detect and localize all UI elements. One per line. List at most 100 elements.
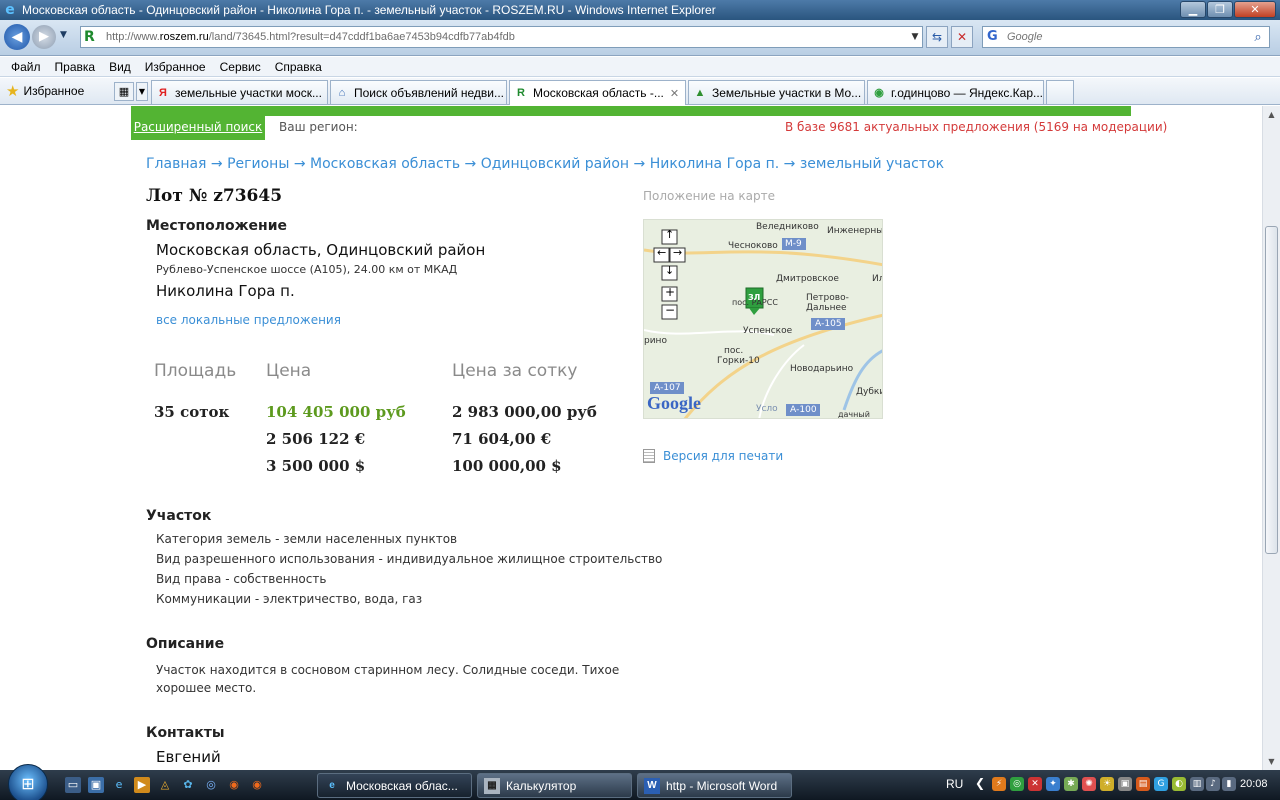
- location-heading: Местоположение: [146, 218, 288, 234]
- close-button[interactable]: ✕: [1234, 1, 1276, 18]
- show-desktop-icon[interactable]: ▭: [65, 777, 81, 793]
- location-region: Московская область, Одинцовский район: [156, 241, 486, 259]
- map-place: Успенское: [743, 326, 793, 336]
- clock[interactable]: 20:08: [1240, 778, 1268, 790]
- google-logo[interactable]: Google: [647, 393, 701, 414]
- map-zoom-in-icon[interactable]: +: [665, 285, 675, 299]
- menu-tools[interactable]: Сервис: [220, 60, 261, 74]
- menu-help[interactable]: Справка: [275, 60, 322, 74]
- map-place: Дмитровское: [776, 274, 839, 284]
- location-map[interactable]: ↑ ← → ↓ + − Веледниково Инженерный Чесно…: [643, 219, 883, 419]
- breadcrumb[interactable]: Главная → Регионы → Московская область →…: [146, 156, 944, 172]
- window-title-bar: e Московская область - Одинцовский район…: [0, 0, 1280, 20]
- volume-icon[interactable]: ♪: [1206, 777, 1220, 791]
- tray-app-icon[interactable]: ◎: [1010, 777, 1024, 791]
- map-terms-link[interactable]: Усло: [756, 404, 778, 414]
- map-pan-left-icon[interactable]: ←: [657, 246, 666, 259]
- google-icon: G: [987, 29, 998, 44]
- plot-heading: Участок: [146, 508, 212, 524]
- power-icon[interactable]: ▮: [1222, 777, 1236, 791]
- stop-button[interactable]: ✕: [951, 26, 973, 48]
- tab-land-plots[interactable]: ▲ Земельные участки в Мо...: [688, 80, 865, 104]
- favorites-button[interactable]: ★ Избранное: [6, 82, 84, 100]
- tray-app-icon[interactable]: G: [1154, 777, 1168, 791]
- price-rub: 104 405 000 руб: [266, 403, 406, 421]
- star-icon: ★: [6, 83, 20, 100]
- map-place: Ил: [872, 274, 882, 284]
- map-pan-up-icon[interactable]: ↑: [665, 228, 674, 241]
- vertical-scrollbar[interactable]: ▲ ▼: [1262, 106, 1280, 770]
- firefox-icon[interactable]: ◉: [249, 777, 265, 793]
- print-icon: [643, 449, 655, 463]
- tab-realty-search[interactable]: ⌂ Поиск объявлений недви...: [330, 80, 507, 104]
- search-icon[interactable]: ⌕: [1247, 30, 1269, 45]
- map-road-label: А-100: [790, 405, 817, 415]
- tray-app-icon[interactable]: ◐: [1172, 777, 1186, 791]
- menu-favorites[interactable]: Избранное: [145, 60, 206, 74]
- history-dropdown-icon[interactable]: ▼: [60, 30, 67, 40]
- map-zoom-out-icon[interactable]: −: [665, 303, 675, 317]
- tray-app-icon[interactable]: ▤: [1136, 777, 1150, 791]
- contacts-heading: Контакты: [146, 725, 225, 741]
- ie-icon[interactable]: e: [111, 777, 127, 793]
- plot-ownership: Вид права - собственность: [156, 572, 327, 586]
- roszem-icon: R: [517, 87, 525, 99]
- tab-yandex-maps[interactable]: ◉ г.одинцово — Яндекс.Кар...: [867, 80, 1044, 104]
- map-place: Горки-10: [717, 356, 760, 366]
- window-switch-icon[interactable]: ▣: [88, 777, 104, 793]
- url-text[interactable]: http://www.roszem.ru/land/73645.html?res…: [106, 31, 908, 43]
- address-dropdown-icon[interactable]: ▼: [908, 32, 922, 42]
- search-box[interactable]: G ⌕: [982, 26, 1270, 48]
- tray-app-icon[interactable]: ☀: [1100, 777, 1114, 791]
- address-bar[interactable]: R http://www.roszem.ru/land/73645.html?r…: [80, 26, 923, 48]
- aimp-icon[interactable]: ◬: [157, 777, 173, 793]
- map-pan-down-icon[interactable]: ↓: [665, 264, 674, 277]
- tab-roszem-active[interactable]: R Московская область -... ✕: [509, 80, 686, 105]
- tray-app-icon[interactable]: ✺: [1082, 777, 1096, 791]
- language-indicator[interactable]: RU: [946, 777, 963, 791]
- menu-file[interactable]: Файл: [11, 60, 41, 74]
- opera-icon[interactable]: ◎: [203, 777, 219, 793]
- icq-icon[interactable]: ✿: [180, 777, 196, 793]
- quick-tabs-button[interactable]: ▦: [114, 82, 134, 101]
- tray-app-icon[interactable]: ▣: [1118, 777, 1132, 791]
- price-eur: 2 506 122 €: [266, 430, 366, 448]
- roszem-icon: R: [84, 29, 95, 45]
- tray-app-icon[interactable]: ✦: [1046, 777, 1060, 791]
- new-tab-button[interactable]: [1046, 80, 1074, 104]
- tray-app-icon[interactable]: ✱: [1064, 777, 1078, 791]
- tray-expand-icon[interactable]: ❮: [975, 776, 985, 790]
- map-marker[interactable]: ЗЛ: [748, 293, 760, 302]
- scroll-up-icon[interactable]: ▲: [1263, 106, 1280, 123]
- refresh-button[interactable]: ⇆: [926, 26, 948, 48]
- scroll-down-icon[interactable]: ▼: [1263, 753, 1280, 770]
- tab-list-dropdown[interactable]: ▼: [136, 82, 148, 101]
- taskbar-word[interactable]: W http - Microsoft Word: [637, 773, 792, 798]
- advanced-search-button[interactable]: Расширенный поиск: [131, 114, 265, 140]
- tray-app-icon[interactable]: ⚡: [992, 777, 1006, 791]
- taskbar-calculator[interactable]: ▦ Калькулятор: [477, 773, 632, 798]
- map-place: Петрово-Дальнее: [806, 293, 849, 313]
- forward-button[interactable]: ▶: [32, 25, 56, 49]
- tray-app-icon[interactable]: ✕: [1028, 777, 1042, 791]
- back-button[interactable]: ◀: [4, 24, 30, 50]
- menu-view[interactable]: Вид: [109, 60, 131, 74]
- tab-yandex-search[interactable]: Я земельные участки моск...: [151, 80, 328, 104]
- map-pan-right-icon[interactable]: →: [673, 246, 682, 259]
- taskbar-ie-window[interactable]: e Московская облас...: [317, 773, 472, 798]
- menu-edit[interactable]: Правка: [55, 60, 96, 74]
- tab-close-icon[interactable]: ✕: [670, 87, 679, 100]
- local-offers-link[interactable]: все локальные предложения: [156, 313, 341, 327]
- maximize-button[interactable]: ❐: [1207, 1, 1233, 18]
- scroll-thumb[interactable]: [1265, 226, 1278, 554]
- address-toolbar: ◀ ▶ ▼ R http://www.roszem.ru/land/73645.…: [0, 20, 1280, 56]
- start-button[interactable]: ⊞: [8, 764, 48, 800]
- search-input[interactable]: [1007, 31, 1247, 43]
- minimize-button[interactable]: ▁: [1180, 1, 1206, 18]
- print-version-link[interactable]: Версия для печати: [643, 449, 783, 463]
- price-per-sotka-header: Цена за сотку: [452, 361, 578, 381]
- media-player-icon[interactable]: ▶: [134, 777, 150, 793]
- network-icon[interactable]: ▥: [1190, 777, 1204, 791]
- firefox-icon[interactable]: ◉: [226, 777, 242, 793]
- word-icon: W: [644, 777, 660, 794]
